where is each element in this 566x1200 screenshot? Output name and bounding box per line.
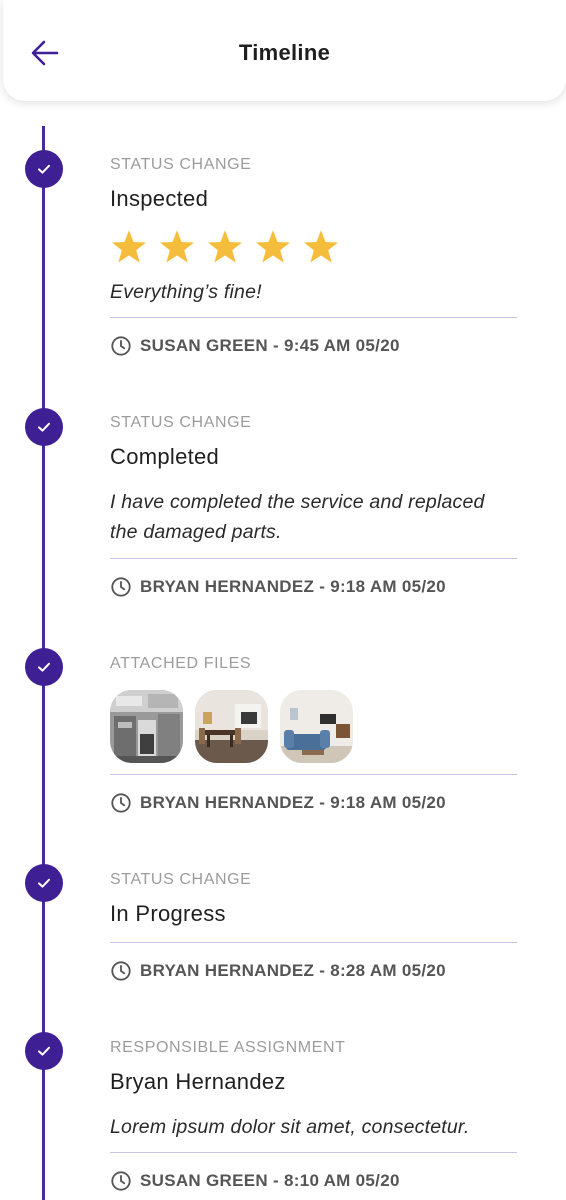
entry-type-label: RESPONSIBLE ASSIGNMENT xyxy=(110,1039,346,1056)
entry-author-time: BRYAN HERNANDEZ - 9:18 AM 05/20 xyxy=(140,793,446,812)
entry-note: I have completed the service and replace… xyxy=(110,487,517,547)
entry-note: Everything’s fine! xyxy=(110,281,262,303)
star-icon xyxy=(206,229,244,265)
divider xyxy=(110,774,517,775)
divider xyxy=(110,317,517,318)
entry-type-label: STATUS CHANGE xyxy=(110,414,252,431)
entry-note-line: the damaged parts. xyxy=(110,521,282,543)
timeline-check-marker xyxy=(25,1032,63,1070)
check-icon xyxy=(38,422,50,432)
timeline-check-marker xyxy=(25,648,63,686)
file-thumbnail-kitchen[interactable] xyxy=(110,690,183,763)
divider xyxy=(110,1152,517,1153)
timeline-check-marker xyxy=(25,150,63,188)
check-icon xyxy=(38,164,50,174)
star-icon xyxy=(158,229,196,265)
entry-title: Completed xyxy=(110,444,220,469)
file-thumbnail-living[interactable] xyxy=(280,690,353,763)
entry-author-time: BRYAN HERNANDEZ - 9:18 AM 05/20 xyxy=(140,577,446,596)
entry-meta: BRYAN HERNANDEZ - 9:18 AM 05/20 xyxy=(110,576,517,598)
timeline-screen: Timeline STATUS CHANGE Inspected Everyth… xyxy=(0,0,566,1200)
divider xyxy=(110,942,517,943)
entry-type-label: ATTACHED FILES xyxy=(110,655,252,672)
clock-icon xyxy=(111,1171,131,1191)
check-icon xyxy=(38,662,50,672)
entry-meta: SUSAN GREEN - 9:45 AM 05/20 xyxy=(110,335,517,357)
entry-title: Inspected xyxy=(110,186,209,211)
app-header: Timeline xyxy=(3,0,566,101)
clock-icon xyxy=(111,961,131,981)
star-icon xyxy=(302,229,340,265)
entry-meta: SUSAN GREEN - 8:10 AM 05/20 xyxy=(110,1170,517,1192)
entry-author-time: SUSAN GREEN - 9:45 AM 05/20 xyxy=(140,336,400,355)
entry-meta: BRYAN HERNANDEZ - 9:18 AM 05/20 xyxy=(110,792,517,814)
clock-icon xyxy=(111,793,131,813)
rating-stars xyxy=(110,229,517,265)
file-thumbnail-dining[interactable] xyxy=(195,690,268,763)
attached-files xyxy=(110,690,517,763)
star-icon xyxy=(254,229,292,265)
check-icon xyxy=(38,1046,50,1056)
timeline-check-marker xyxy=(25,408,63,446)
entry-note: Lorem ipsum dolor sit amet, consectetur. xyxy=(110,1116,470,1138)
page-title: Timeline xyxy=(238,40,331,65)
entry-type-label: STATUS CHANGE xyxy=(110,156,252,173)
kitchen-photo-image xyxy=(110,690,183,763)
entry-title: In Progress xyxy=(110,901,226,926)
timeline-check-marker xyxy=(25,864,63,902)
entry-author-time: BRYAN HERNANDEZ - 8:28 AM 05/20 xyxy=(140,961,446,980)
entry-note-line: I have completed the service and replace… xyxy=(110,491,485,513)
entry-type-label: STATUS CHANGE xyxy=(110,871,252,888)
check-icon xyxy=(38,878,50,888)
clock-icon xyxy=(111,336,131,356)
dining-room-photo-image xyxy=(195,690,268,763)
star-icon xyxy=(110,229,148,265)
living-room-photo-image xyxy=(280,690,353,763)
entry-title: Bryan Hernandez xyxy=(110,1069,286,1094)
clock-icon xyxy=(111,577,131,597)
entry-author-time: SUSAN GREEN - 8:10 AM 05/20 xyxy=(140,1171,400,1190)
entry-meta: BRYAN HERNANDEZ - 8:28 AM 05/20 xyxy=(110,960,517,982)
divider xyxy=(110,558,517,559)
